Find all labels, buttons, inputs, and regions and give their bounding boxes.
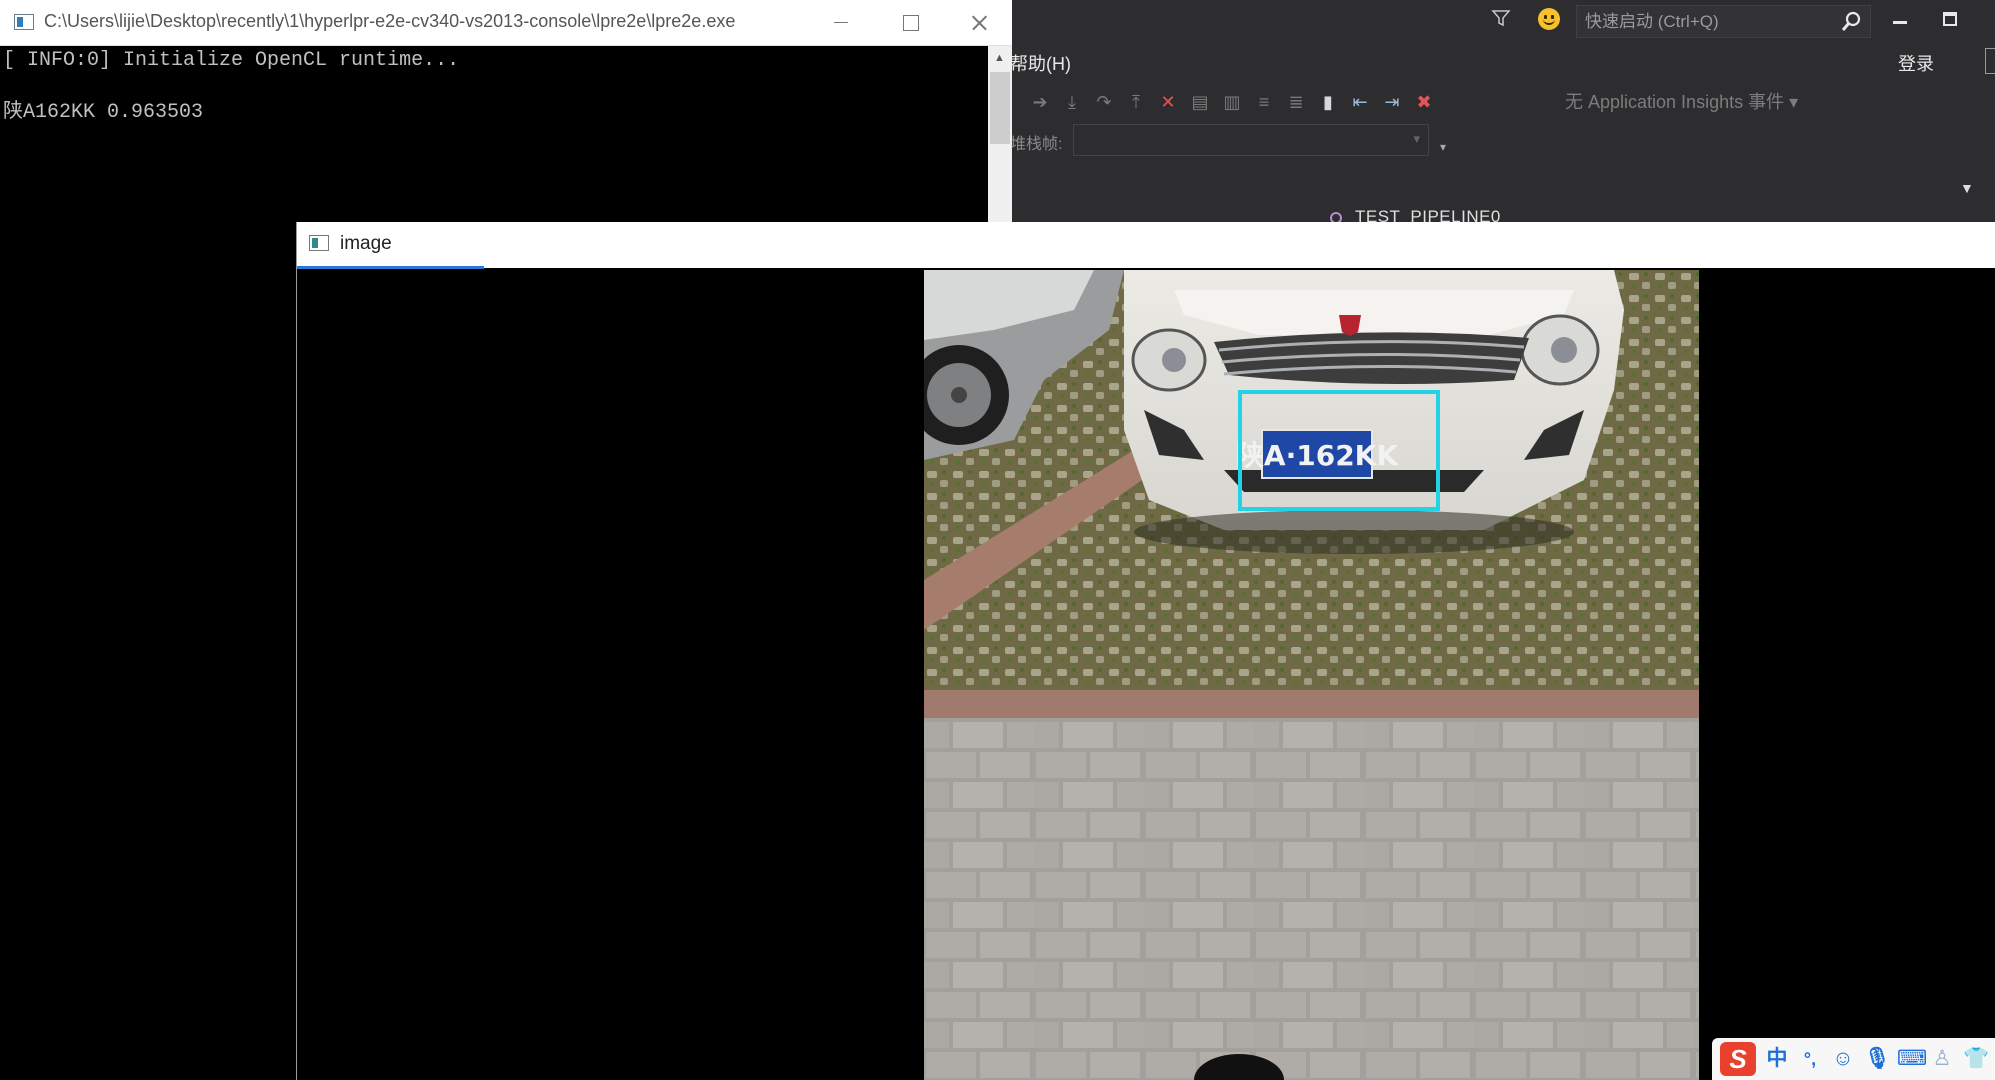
hex-display-icon[interactable]: ✕ (1156, 90, 1180, 114)
scroll-up-icon[interactable]: ▲ (994, 52, 1005, 64)
threads-icon[interactable]: ▤ (1188, 90, 1212, 114)
stack-frame-label: 堆栈帧: (1010, 136, 1063, 153)
console-maximize-button[interactable] (880, 0, 938, 46)
prev-bookmark-icon[interactable]: ⇤ (1348, 90, 1372, 114)
microphone-icon[interactable]: 🎙 (1864, 1047, 1891, 1071)
console-title: C:\Users\lijie\Desktop\recently\1\hyperl… (44, 11, 736, 31)
stack-frame-select[interactable] (1073, 124, 1429, 156)
ime-mode-toggle[interactable]: 中 (1765, 1047, 1789, 1071)
debug-toolbar: ➔ ⤓ ↷ ⤒ ✕ ▤ ▥ ≡ ≣ ▮ ⇤ ⇥ ✖ (1028, 88, 1436, 116)
console-output: [ INFO:0] Initialize OpenCL runtime... 陕… (0, 46, 988, 225)
emoji-icon[interactable]: ☺ (1831, 1047, 1855, 1071)
user-icon[interactable]: ♙ (1930, 1047, 1954, 1071)
console-minimize-button[interactable] (812, 0, 870, 46)
feedback-smile-icon[interactable] (1538, 8, 1560, 30)
keyboard-icon[interactable]: ⌨ (1897, 1047, 1927, 1071)
step-out-icon[interactable]: ⤒ (1124, 90, 1148, 114)
toolbar-overflow-icon[interactable]: ▾ (1440, 140, 1450, 154)
vs-minimize-button[interactable] (1893, 14, 1909, 24)
sogou-logo-icon[interactable]: S (1720, 1042, 1756, 1076)
scroll-thumb[interactable] (990, 72, 1010, 144)
console-output-area (0, 225, 297, 1080)
search-icon[interactable] (1840, 11, 1862, 33)
console-line: [ INFO:0] Initialize OpenCL runtime... (3, 49, 460, 72)
panel-dropdown-icon[interactable]: ▼ (1960, 180, 1974, 196)
insights-label: 无 Application Insights 事件 (1565, 92, 1785, 112)
skin-icon[interactable]: 👕 (1963, 1047, 1989, 1071)
console-titlebar[interactable]: C:\Users\lijie\Desktop\recently\1\hyperl… (0, 0, 1012, 46)
console-close-button[interactable] (950, 0, 1008, 46)
quick-launch-input[interactable]: 快速启动 (Ctrl+Q) (1576, 5, 1871, 38)
image-window-app-icon (309, 235, 329, 251)
login-link[interactable]: 登录 (1898, 50, 1934, 76)
car-photo: 陕A·162KK (924, 270, 1699, 1080)
filter-icon[interactable] (1490, 7, 1512, 29)
show-next-statement-icon[interactable]: ➔ (1028, 90, 1052, 114)
punctuation-toggle[interactable]: °, (1798, 1047, 1822, 1071)
image-window-titlebar[interactable]: image (297, 222, 1995, 269)
console-app-icon (14, 14, 34, 30)
license-plate-text: 陕A·162KK (1236, 439, 1399, 472)
uncomment-icon[interactable]: ≣ (1284, 90, 1308, 114)
console-scrollbar[interactable]: ▲ (988, 46, 1012, 225)
clear-bookmarks-icon[interactable]: ✖ (1412, 90, 1436, 114)
stack-icon[interactable]: ▥ (1220, 90, 1244, 114)
quick-launch-placeholder: 快速启动 (Ctrl+Q) (1585, 12, 1719, 31)
step-into-icon[interactable]: ⤓ (1060, 90, 1084, 114)
menu-help[interactable]: 帮助(H) (1010, 50, 1071, 76)
image-window-title: image (340, 233, 392, 254)
comment-icon[interactable]: ≡ (1252, 90, 1276, 114)
vs-maximize-button[interactable] (1943, 12, 1957, 26)
next-bookmark-icon[interactable]: ⇥ (1380, 90, 1404, 114)
console-line: 陕A162KK 0.963503 (3, 101, 204, 124)
bookmark-icon[interactable]: ▮ (1316, 90, 1340, 114)
side-panel-tab[interactable] (1985, 48, 1995, 74)
ime-toolbar: S 中 °, ☺ 🎙 ⌨ ♙ 👕 (1712, 1038, 1995, 1080)
active-indicator (297, 266, 484, 269)
step-over-icon[interactable]: ↷ (1092, 90, 1116, 114)
application-insights-dropdown[interactable]: 无 Application Insights 事件 ▾ (1565, 88, 1798, 114)
console-window: C:\Users\lijie\Desktop\recently\1\hyperl… (0, 0, 1012, 225)
